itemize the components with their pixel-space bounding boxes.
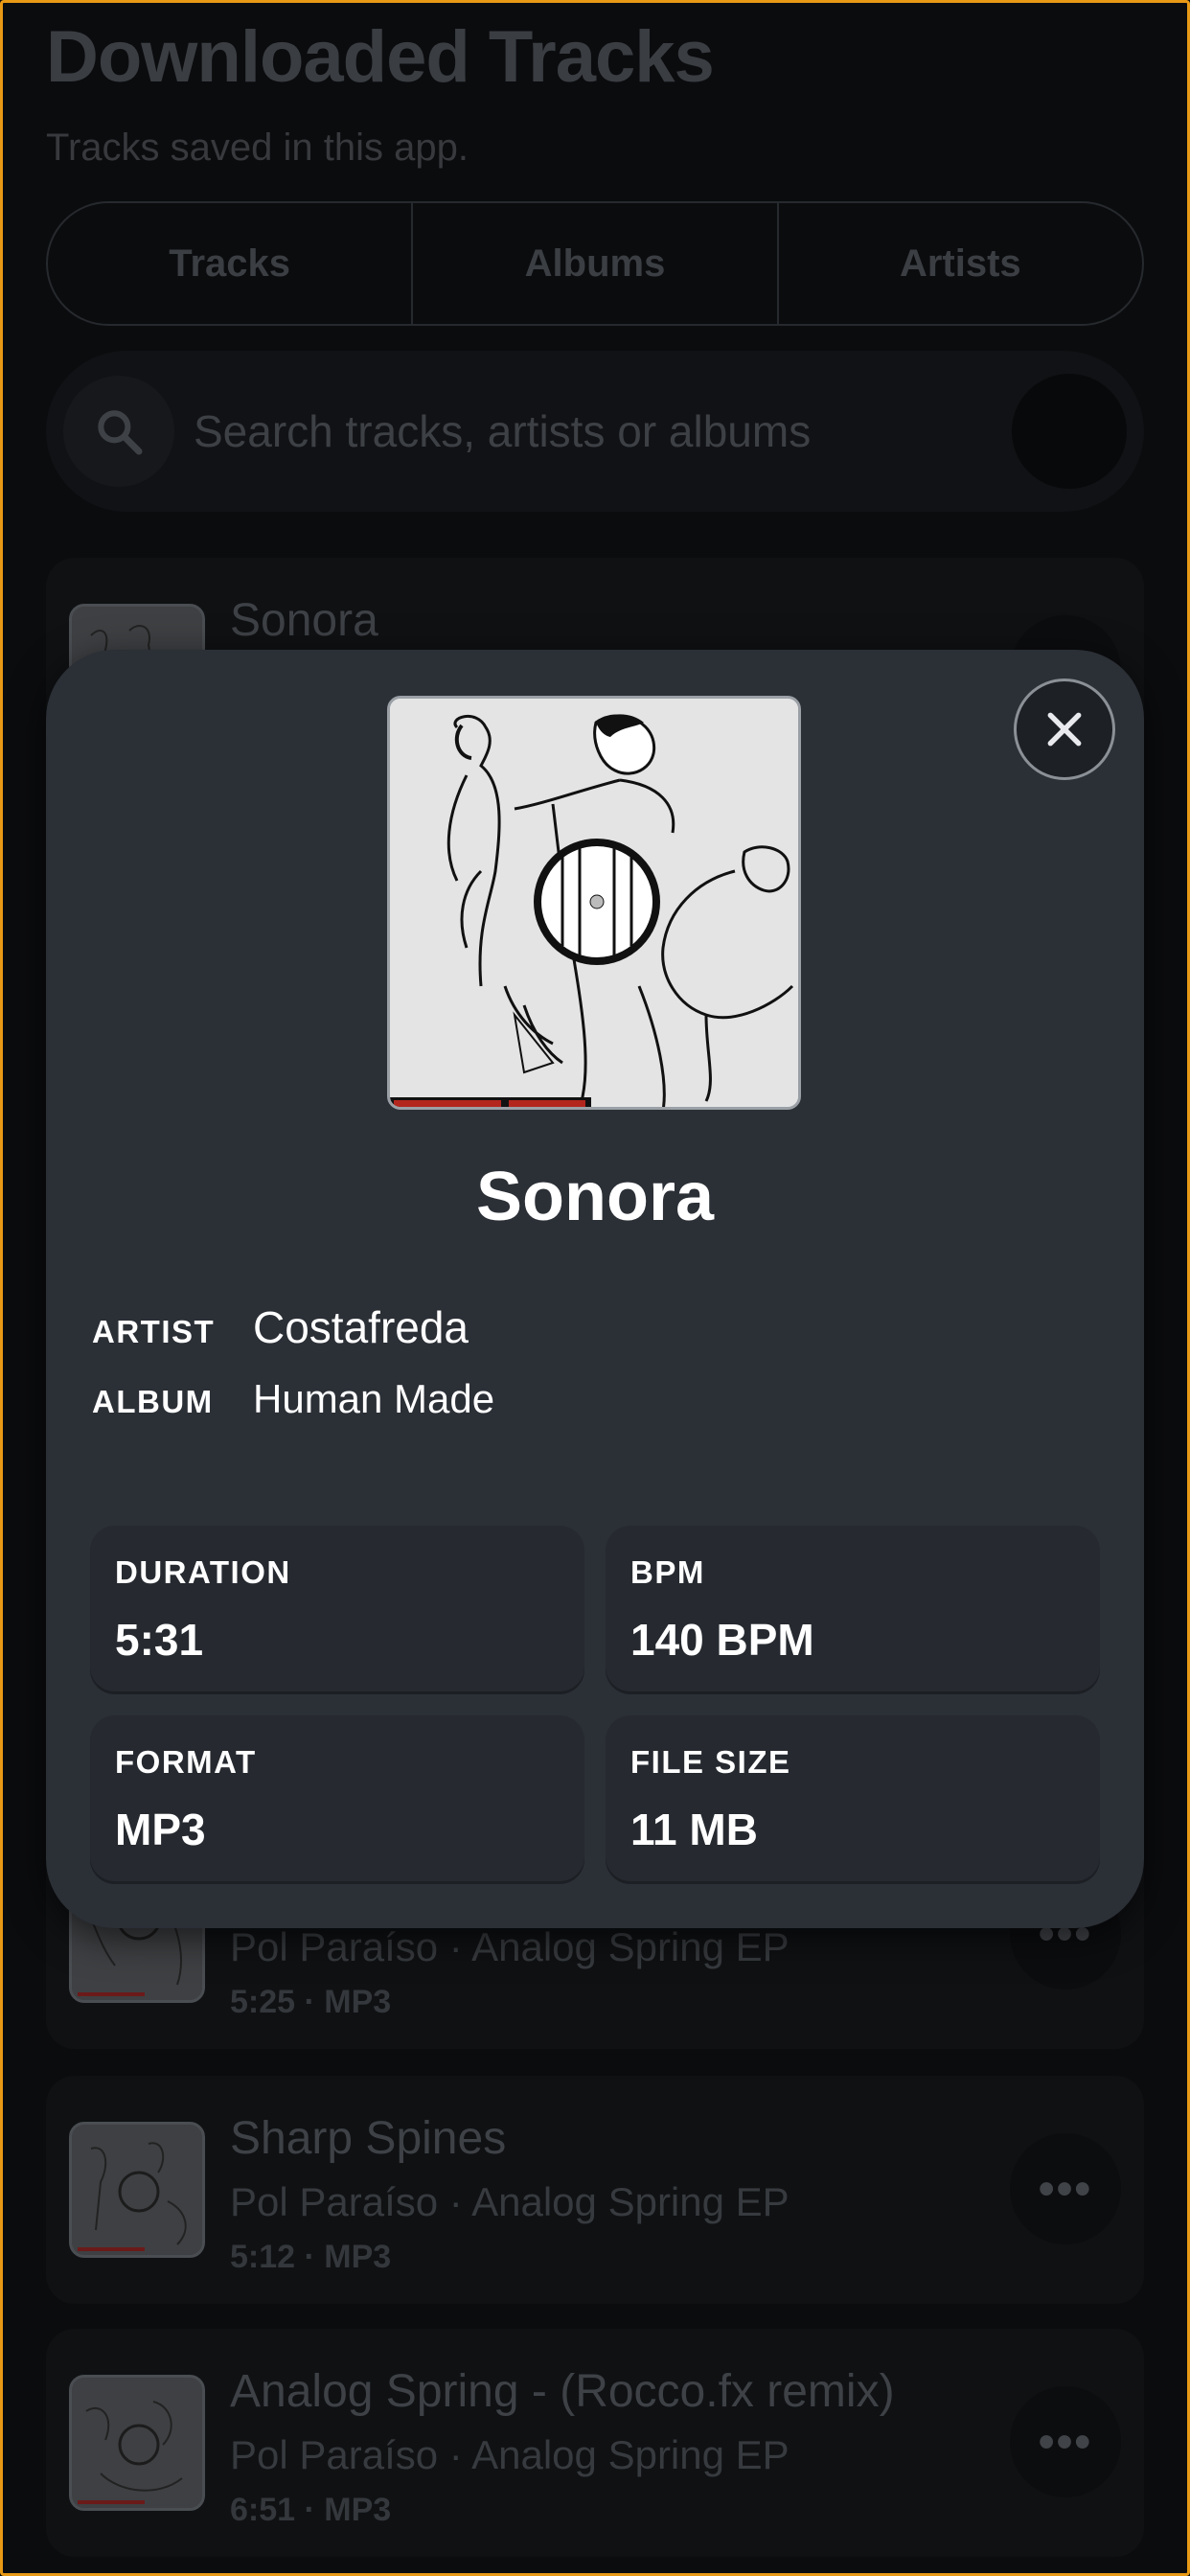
album-row: ALBUM Human Made [92, 1376, 494, 1422]
stat-label: FORMAT [115, 1744, 257, 1780]
album-value: Human Made [253, 1376, 495, 1421]
track-meta: 5:25 · MP3 [230, 1984, 392, 2020]
search-button[interactable] [63, 376, 174, 487]
stat-value: 11 MB [630, 1805, 758, 1854]
track-artwork [69, 2122, 205, 2258]
stat-label: FILE SIZE [630, 1744, 791, 1780]
stat-bpm: BPM 140 BPM [606, 1526, 1100, 1694]
modal-track-title: Sonora [475, 1159, 715, 1235]
stat-value: 5:31 [115, 1615, 204, 1665]
tab-artists[interactable]: Artists [779, 203, 1142, 324]
track-details-modal: Sonora ARTIST Costafreda ALBUM Human Mad… [46, 650, 1144, 1928]
page-title: Downloaded Tracks [46, 16, 715, 98]
album-cover [387, 696, 801, 1110]
search-input[interactable] [194, 405, 1012, 457]
track-subtitle: Pol Paraíso · Analog Spring EP [230, 1924, 790, 1969]
search-bar [46, 351, 1144, 512]
stat-duration: DURATION 5:31 [90, 1526, 584, 1694]
track-row[interactable]: Sharp Spines Pol Paraíso · Analog Spring… [46, 2076, 1144, 2304]
track-artwork [69, 2375, 205, 2511]
artist-value: Costafreda [253, 1302, 469, 1352]
tab-tracks[interactable]: Tracks [48, 203, 414, 324]
close-icon [1047, 712, 1082, 747]
tab-albums[interactable]: Albums [413, 203, 779, 324]
play-progress-bar [78, 2500, 145, 2504]
track-row[interactable]: Analog Spring - (Rocco.fx remix) Pol Par… [46, 2329, 1144, 2557]
artist-label: ARTIST [92, 1314, 216, 1349]
more-options-button[interactable]: ••• [1010, 2386, 1121, 2497]
stat-label: DURATION [115, 1554, 291, 1590]
track-title: Analog Spring - (Rocco.fx remix) [230, 2366, 895, 2417]
more-options-button[interactable]: ••• [1010, 2133, 1121, 2244]
track-meta: 6:51 · MP3 [230, 2492, 392, 2528]
track-subtitle: Pol Paraíso · Analog Spring EP [230, 2432, 790, 2477]
search-clear-button[interactable] [1012, 374, 1127, 489]
search-icon [98, 410, 143, 455]
play-progress-bar [78, 2247, 145, 2251]
stat-label: BPM [630, 1554, 705, 1590]
track-subtitle: Pol Paraíso · Analog Spring EP [230, 2179, 790, 2224]
album-cover-illustration [390, 699, 798, 1107]
artist-row: ARTIST Costafreda [92, 1301, 469, 1353]
stats-grid: DURATION 5:31 BPM 140 BPM FORMAT MP3 FIL… [90, 1526, 1100, 1884]
stat-value: 140 BPM [630, 1615, 814, 1665]
track-title: Sonora [230, 595, 378, 646]
stat-file-size: FILE SIZE 11 MB [606, 1715, 1100, 1884]
close-button[interactable] [1014, 678, 1115, 780]
track-meta: 5:12 · MP3 [230, 2239, 392, 2275]
stat-value: MP3 [115, 1805, 206, 1854]
segmented-tabs: Tracks Albums Artists [46, 201, 1144, 326]
stat-format: FORMAT MP3 [90, 1715, 584, 1884]
album-label: ALBUM [92, 1384, 214, 1419]
track-title: Sharp Spines [230, 2113, 507, 2164]
page-subtitle: Tracks saved in this app. [46, 126, 469, 169]
play-progress-bar [78, 1992, 145, 1996]
